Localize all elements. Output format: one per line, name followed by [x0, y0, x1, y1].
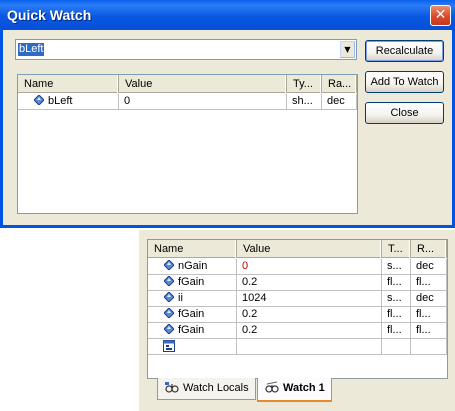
- variable-icon: [164, 276, 174, 286]
- column-header-value[interactable]: Value: [237, 240, 382, 258]
- new-watch-row[interactable]: [148, 339, 447, 355]
- name-cell: nGain: [148, 259, 237, 275]
- variable-name: nGain: [178, 260, 208, 272]
- add-to-watch-button[interactable]: Add To Watch: [365, 71, 444, 93]
- radix-cell: dec: [411, 259, 447, 275]
- value-cell[interactable]: 0.2: [237, 307, 382, 323]
- table-row[interactable]: bLeft 0 sh... dec: [18, 94, 357, 110]
- type-cell: fl...: [382, 275, 411, 291]
- new-name-cell[interactable]: [148, 339, 237, 355]
- radix-cell: fl...: [411, 323, 447, 339]
- watch-icon: [265, 381, 279, 393]
- name-cell: bLeft: [18, 94, 119, 110]
- list-header: Name Value Ty... Ra...: [18, 75, 357, 93]
- column-header-radix[interactable]: R...: [411, 240, 447, 258]
- watch-tabs: Watch Locals Watch 1: [147, 378, 448, 404]
- column-header-radix[interactable]: Ra...: [322, 75, 357, 93]
- watch-locals-icon: [165, 382, 179, 393]
- quick-watch-dialog: Quick Watch ✕ bLeft ▼ Recalculate Add To…: [0, 0, 455, 228]
- type-cell: sh...: [287, 94, 322, 110]
- variable-name: fGain: [178, 276, 205, 288]
- variable-name: ii: [178, 292, 183, 304]
- variable-icon: [34, 95, 44, 105]
- radix-cell: fl...: [411, 275, 447, 291]
- tab-watch-locals[interactable]: Watch Locals: [157, 378, 256, 400]
- column-header-value[interactable]: Value: [119, 75, 287, 93]
- tab-label: Watch 1: [283, 382, 325, 394]
- new-watch-icon: [163, 340, 175, 352]
- quick-watch-list[interactable]: Name Value Ty... Ra... bLeft 0 sh... dec: [17, 74, 358, 214]
- value-cell[interactable]: 0: [119, 94, 287, 110]
- variable-name: fGain: [178, 324, 205, 336]
- type-cell: fl...: [382, 307, 411, 323]
- radix-cell: dec: [322, 94, 357, 110]
- value-cell[interactable]: 0: [237, 259, 382, 275]
- value-cell[interactable]: 1024: [237, 291, 382, 307]
- radix-cell: fl...: [411, 307, 447, 323]
- variable-name: bLeft: [48, 95, 73, 107]
- tab-label: Watch Locals: [183, 382, 249, 394]
- variable-name: fGain: [178, 308, 205, 320]
- close-button[interactable]: Close: [365, 102, 444, 124]
- type-cell: fl...: [382, 323, 411, 339]
- column-header-name[interactable]: Name: [148, 240, 237, 258]
- value-cell[interactable]: 0.2: [237, 323, 382, 339]
- new-type-cell: [382, 339, 411, 355]
- column-header-name[interactable]: Name: [18, 75, 119, 93]
- table-row[interactable]: fGain 0.2 fl... fl...: [148, 275, 447, 291]
- recalculate-button[interactable]: Recalculate: [365, 40, 444, 62]
- value-cell[interactable]: 0.2: [237, 275, 382, 291]
- type-cell: s...: [382, 259, 411, 275]
- close-icon[interactable]: ✕: [430, 5, 451, 26]
- expression-combobox[interactable]: bLeft ▼: [15, 39, 357, 60]
- table-row[interactable]: ii 1024 s... dec: [148, 291, 447, 307]
- expression-input[interactable]: bLeft: [18, 43, 45, 56]
- type-cell: s...: [382, 291, 411, 307]
- watch-list[interactable]: Name Value T... R... nGain 0 s... dec fGain 0…: [147, 239, 448, 379]
- name-cell: ii: [148, 291, 237, 307]
- name-cell: fGain: [148, 323, 237, 339]
- variable-icon: [164, 260, 174, 270]
- title-bar[interactable]: Quick Watch ✕: [0, 0, 455, 30]
- radix-cell: dec: [411, 291, 447, 307]
- window-title: Quick Watch: [7, 7, 92, 23]
- name-cell: fGain: [148, 275, 237, 291]
- list-header: Name Value T... R...: [148, 240, 447, 258]
- column-header-type[interactable]: T...: [382, 240, 411, 258]
- variable-icon: [164, 292, 174, 302]
- name-cell: fGain: [148, 307, 237, 323]
- new-value-cell: [237, 339, 382, 355]
- table-row[interactable]: nGain 0 s... dec: [148, 259, 447, 275]
- dropdown-arrow-icon[interactable]: ▼: [340, 41, 355, 58]
- variable-icon: [164, 324, 174, 334]
- new-radix-cell: [411, 339, 447, 355]
- watch-window: Name Value T... R... nGain 0 s... dec fGain 0…: [138, 229, 455, 411]
- tab-watch-1[interactable]: Watch 1: [257, 378, 332, 402]
- variable-icon: [164, 308, 174, 318]
- column-header-type[interactable]: Ty...: [287, 75, 322, 93]
- table-row[interactable]: fGain 0.2 fl... fl...: [148, 323, 447, 339]
- table-row[interactable]: fGain 0.2 fl... fl...: [148, 307, 447, 323]
